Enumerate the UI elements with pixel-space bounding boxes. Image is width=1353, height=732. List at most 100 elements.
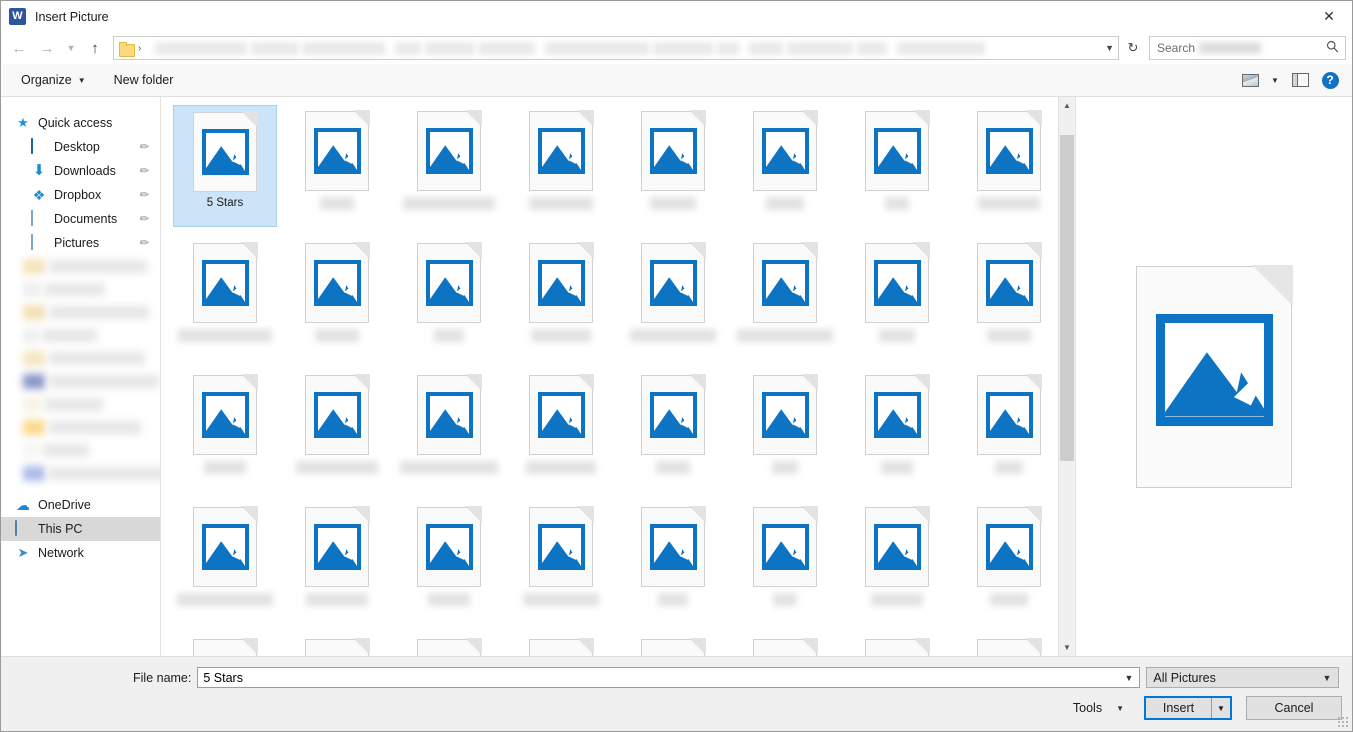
- file-tile[interactable]: [957, 105, 1061, 227]
- highlight-streak: [232, 538, 249, 561]
- image-frame: [426, 128, 473, 174]
- image-frame: [874, 260, 921, 306]
- sidebar-item-label: Dropbox: [54, 188, 101, 202]
- image-frame: [426, 392, 473, 438]
- sidebar-redacted-item: [1, 255, 160, 278]
- resize-grip[interactable]: [1337, 716, 1349, 728]
- scrollbar-thumb[interactable]: [1060, 135, 1074, 461]
- chevron-down-icon[interactable]: ▼: [1124, 673, 1133, 683]
- file-tile[interactable]: [621, 369, 725, 491]
- file-tile[interactable]: [509, 501, 613, 623]
- file-tile[interactable]: [957, 369, 1061, 491]
- sidebar-item-network[interactable]: ➤Network: [1, 541, 160, 565]
- file-tile[interactable]: [397, 633, 501, 656]
- file-tile[interactable]: [621, 237, 725, 359]
- chevron-down-icon[interactable]: ▼: [1105, 37, 1114, 59]
- file-tile[interactable]: [173, 369, 277, 491]
- file-tile[interactable]: [845, 105, 949, 227]
- file-tile[interactable]: [173, 237, 277, 359]
- sidebar-item-onedrive[interactable]: ☁OneDrive: [1, 493, 160, 517]
- file-name-input[interactable]: 5 Stars ▼: [197, 667, 1140, 688]
- file-tile[interactable]: [845, 237, 949, 359]
- file-tile[interactable]: [397, 501, 501, 623]
- image-frame: [538, 392, 585, 438]
- change-view-button[interactable]: [1236, 68, 1264, 92]
- sidebar-item-dropbox[interactable]: ❖Dropbox✐: [1, 183, 160, 207]
- sidebar-item-documents[interactable]: Documents✐: [1, 207, 160, 231]
- file-tile[interactable]: [845, 633, 949, 656]
- pin-icon[interactable]: ✐: [136, 163, 152, 179]
- preview-pane-button[interactable]: [1286, 68, 1314, 92]
- file-tile[interactable]: [733, 501, 837, 623]
- file-tile[interactable]: [733, 105, 837, 227]
- file-tile[interactable]: [509, 369, 613, 491]
- sidebar-item-this-pc[interactable]: This PC: [1, 517, 160, 541]
- sidebar-item-desktop[interactable]: Desktop✐: [1, 135, 160, 159]
- file-tile[interactable]: [733, 369, 837, 491]
- sidebar-item-quick-access[interactable]: ★Quick access: [1, 111, 160, 135]
- sidebar-item-pictures[interactable]: Pictures✐: [1, 231, 160, 255]
- cancel-button[interactable]: Cancel: [1246, 696, 1342, 720]
- file-tile[interactable]: [957, 501, 1061, 623]
- close-button[interactable]: ✕: [1306, 1, 1352, 32]
- new-folder-button[interactable]: New folder: [106, 69, 182, 91]
- file-tile[interactable]: [509, 105, 613, 227]
- scroll-up-button[interactable]: ▲: [1059, 97, 1075, 114]
- insert-dropdown-button[interactable]: ▼: [1212, 698, 1230, 718]
- pin-icon[interactable]: ✐: [136, 187, 152, 203]
- file-tile[interactable]: [285, 633, 389, 656]
- picture-file-icon: [977, 243, 1041, 323]
- file-tile[interactable]: [845, 369, 949, 491]
- file-type-select[interactable]: All Pictures ▼: [1146, 667, 1339, 688]
- picture-file-icon: [417, 111, 481, 191]
- file-tile[interactable]: [397, 237, 501, 359]
- file-tile[interactable]: [957, 237, 1061, 359]
- view-options-button[interactable]: ▼: [1266, 68, 1284, 92]
- file-tile[interactable]: [733, 237, 837, 359]
- up-button[interactable]: ↑: [81, 35, 109, 61]
- file-tile[interactable]: [621, 501, 725, 623]
- image-frame: [202, 129, 249, 175]
- file-tile[interactable]: [621, 633, 725, 656]
- redacted-path-segment: [395, 42, 421, 55]
- pin-icon[interactable]: ✐: [136, 139, 152, 155]
- organize-button[interactable]: Organize ▼: [13, 69, 94, 91]
- tools-button[interactable]: Tools ▼: [1067, 698, 1130, 718]
- pin-icon[interactable]: ✐: [136, 235, 152, 251]
- file-tile[interactable]: [509, 237, 613, 359]
- file-tile[interactable]: [173, 633, 277, 656]
- address-bar[interactable]: › ▼: [113, 36, 1119, 60]
- file-tile[interactable]: [285, 105, 389, 227]
- file-tile[interactable]: [621, 105, 725, 227]
- forward-button[interactable]: →: [33, 35, 61, 61]
- refresh-icon[interactable]: ↻: [1121, 36, 1145, 60]
- help-button[interactable]: ?: [1316, 68, 1344, 92]
- file-tile[interactable]: [397, 105, 501, 227]
- file-tile[interactable]: [957, 633, 1061, 656]
- image-frame: [762, 524, 809, 570]
- back-button[interactable]: ←: [5, 35, 33, 61]
- file-tile[interactable]: [509, 633, 613, 656]
- picture-file-icon: [865, 111, 929, 191]
- vertical-scrollbar[interactable]: ▲ ▼: [1058, 97, 1075, 656]
- insert-button[interactable]: Insert: [1146, 698, 1212, 718]
- file-tile[interactable]: [173, 501, 277, 623]
- scroll-down-button[interactable]: ▼: [1059, 639, 1075, 656]
- file-tile[interactable]: [397, 369, 501, 491]
- pin-icon[interactable]: ✐: [136, 211, 152, 227]
- file-tile[interactable]: [845, 501, 949, 623]
- file-tile-selected[interactable]: 5 Stars: [173, 105, 277, 227]
- highlight-streak: [904, 142, 921, 165]
- file-tile[interactable]: [285, 501, 389, 623]
- file-tile[interactable]: [285, 369, 389, 491]
- picture-file-icon: [193, 243, 257, 323]
- file-tile[interactable]: [733, 633, 837, 656]
- recent-locations-icon[interactable]: ▼: [61, 35, 81, 61]
- redacted-label: [49, 352, 145, 365]
- sidebar-item-downloads[interactable]: ⬇Downloads✐: [1, 159, 160, 183]
- search-input[interactable]: Search: [1149, 36, 1346, 60]
- insert-split-button[interactable]: Insert ▼: [1144, 696, 1232, 720]
- file-tile[interactable]: [285, 237, 389, 359]
- file-list-pane[interactable]: 5 Stars ▲ ▼: [161, 97, 1076, 656]
- chevron-down-icon: ▼: [1116, 704, 1124, 713]
